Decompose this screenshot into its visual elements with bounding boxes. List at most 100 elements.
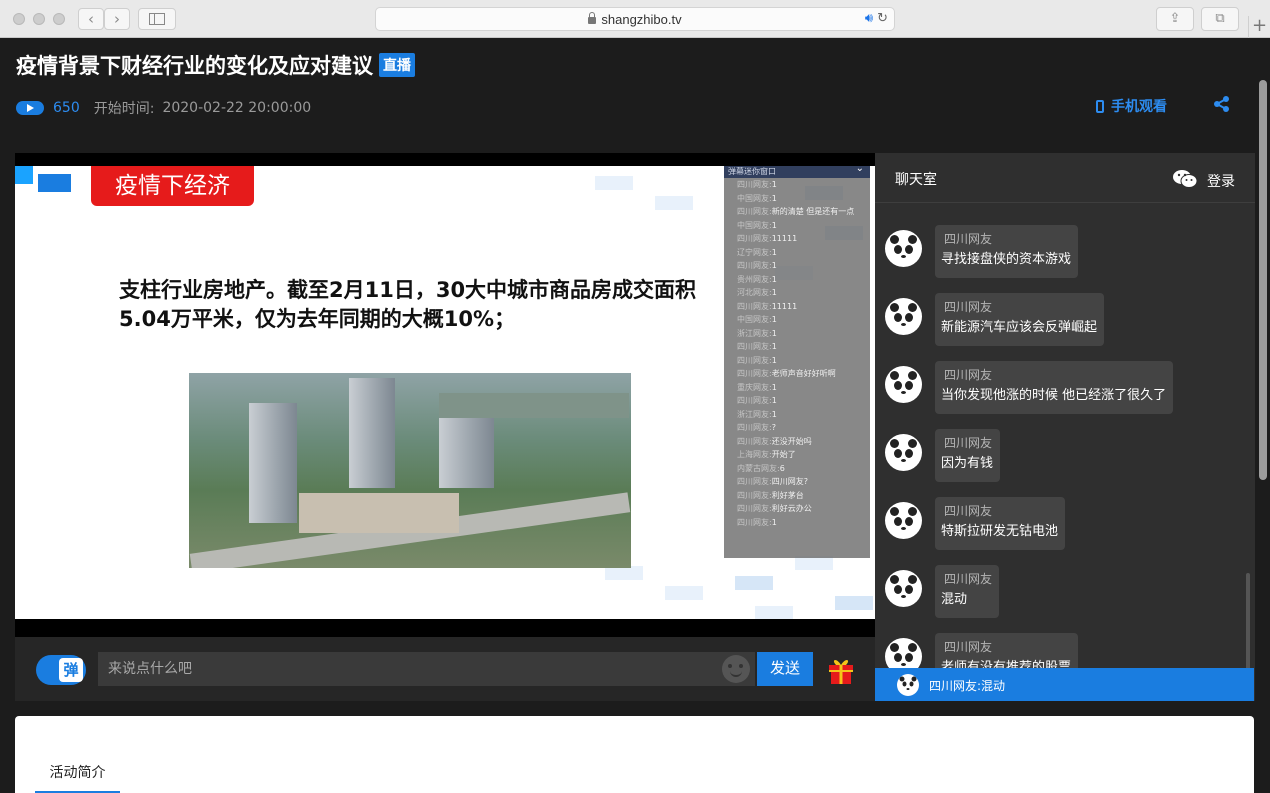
- reload-icon[interactable]: ↻: [877, 11, 888, 26]
- danmu-user: 上海网友:: [737, 450, 772, 459]
- start-time-value: 2020-02-22 20:00:00: [162, 100, 312, 116]
- sidebar-toggle-button[interactable]: [138, 8, 176, 30]
- tab-event-intro[interactable]: 活动简介: [35, 756, 120, 793]
- new-tab-button[interactable]: +: [1248, 16, 1270, 38]
- chat-message: 四川网友 混动: [885, 565, 1245, 621]
- danmu-line: 四川网友:1: [724, 354, 870, 368]
- danmu-text: 11111: [771, 234, 798, 243]
- message-user: 四川网友: [944, 300, 993, 314]
- browser-toolbar: ‹ › shangzhibo.tv 🔊︎ ↻ ⇪ ⧉ +: [0, 0, 1270, 38]
- danmu-window-title: 弹幕迷你窗口: [724, 166, 870, 178]
- danmu-user: 四川网友:: [737, 355, 772, 365]
- slide-text: 支柱行业房地产。截至2月11日，30大中城市商品房成交面积5.04万平米，仅为去…: [119, 278, 697, 331]
- send-button[interactable]: 发送: [757, 652, 813, 686]
- comment-input[interactable]: [98, 652, 755, 686]
- message-text: 混动: [941, 592, 968, 607]
- share-arrow-icon: ⇪: [1169, 11, 1181, 26]
- forward-button[interactable]: ›: [104, 8, 130, 30]
- danmu-line: 四川网友:1: [724, 516, 870, 530]
- message-text: 当你发现他涨的时候 他已经涨了很久了: [941, 388, 1167, 403]
- slide-tag: 疫情下经济: [91, 166, 254, 206]
- panda-avatar-icon: [885, 366, 922, 403]
- danmu-text: 11111: [771, 301, 798, 311]
- danmu-text: ?: [771, 423, 776, 432]
- login-button[interactable]: 登录: [1207, 171, 1235, 191]
- danmu-line: 贵州网友:1: [724, 273, 870, 287]
- back-button[interactable]: ‹: [78, 8, 104, 30]
- danmu-user: 四川网友:: [737, 490, 772, 500]
- message-user: 四川网友: [944, 572, 993, 586]
- danmu-line: 上海网友:开始了: [724, 448, 870, 462]
- danmu-list: 四川网友:1 中国网友:1 四川网友:新的清楚 但是还有一点 中国网友:1 四川网友:1…: [724, 178, 870, 529]
- share-page-button[interactable]: ⇪: [1156, 7, 1194, 31]
- danmu-user: 四川网友:: [737, 342, 772, 351]
- tabs-overview-button[interactable]: ⧉: [1201, 7, 1239, 31]
- danmu-line: 河北网友:1: [724, 286, 870, 300]
- play-icon: [16, 101, 44, 115]
- lock-icon: [588, 12, 597, 24]
- wechat-icon[interactable]: [1173, 169, 1197, 189]
- event-title: 疫情背景下财经行业的变化及应对建议: [16, 54, 373, 78]
- chat-message: 四川网友 当你发现他涨的时候 他已经涨了很久了: [885, 361, 1245, 417]
- close-window-button[interactable]: [13, 13, 25, 25]
- danmu-toggle[interactable]: 弹: [36, 655, 86, 685]
- chat-message: 四川网友 特斯拉研发无钴电池: [885, 497, 1245, 553]
- danmu-user: 四川网友:: [737, 504, 772, 513]
- danmu-user: 浙江网友:: [737, 328, 772, 338]
- gift-icon[interactable]: [826, 655, 856, 685]
- slide-frame: 疫情下经济 支柱行业房地产。截至2月11日，30大中城市商品房成交面积5.04万…: [15, 166, 875, 619]
- danmu-text: 开始了: [771, 450, 796, 459]
- message-bubble: 四川网友新能源汽车应该会反弹崛起: [935, 293, 1105, 346]
- danmu-text: 1: [771, 382, 777, 392]
- event-meta: 650 开始时间: 2020-02-22 20:00:00: [16, 98, 311, 118]
- message-text: 寻找接盘侠的资本游戏: [941, 252, 1072, 267]
- danmu-text: 利好茅台: [771, 490, 804, 500]
- danmu-text: 1: [771, 517, 777, 527]
- danmu-line: 四川网友:老师声音好好听啊: [724, 367, 870, 381]
- chat-room: 聊天室 登录 四川网友 寻找接盘侠的资本游戏 四川网友 新能源汽车应该会反弹崛起 四川网…: [875, 153, 1255, 701]
- share-icon[interactable]: [1213, 96, 1231, 112]
- danmu-line: 四川网友:11111: [724, 300, 870, 314]
- audio-icon[interactable]: 🔊︎: [865, 11, 873, 26]
- danmu-user: 四川网友:: [737, 423, 772, 432]
- danmu-line: 四川网友:1: [724, 178, 870, 192]
- page-scroll-thumb[interactable]: [1259, 80, 1267, 480]
- message-user: 四川网友: [944, 640, 993, 654]
- page-scrollbar[interactable]: [1256, 38, 1270, 793]
- danmu-text: 老师声音好好听啊: [771, 369, 836, 378]
- danmu-text: 1: [771, 288, 777, 297]
- chat-title: 聊天室: [895, 172, 937, 188]
- danmu-user: 中国网友:: [737, 315, 772, 324]
- minimize-window-button[interactable]: [33, 13, 45, 25]
- event-info-card: 活动简介: [15, 716, 1254, 793]
- chat-message: 四川网友 因为有钱: [885, 429, 1245, 485]
- address-bar[interactable]: shangzhibo.tv 🔊︎ ↻: [375, 7, 895, 31]
- danmu-line: 四川网友:利好茅台: [724, 489, 870, 503]
- mobile-watch-link[interactable]: 手机观看: [1096, 96, 1167, 116]
- message-text: 新能源汽车应该会反弹崛起: [941, 320, 1098, 335]
- danmu-line: 四川网友:?: [724, 421, 870, 435]
- danmu-text: 1: [771, 193, 777, 203]
- danmu-text: 1: [771, 274, 777, 284]
- url-text: shangzhibo.tv: [601, 12, 682, 27]
- message-user: 四川网友: [944, 436, 993, 450]
- danmu-mini-window[interactable]: 弹幕迷你窗口 四川网友:1中国网友:1四川网友:新的清楚 但是还有一点中国网友:…: [724, 166, 870, 558]
- phone-icon: [1096, 99, 1104, 113]
- panda-avatar-icon: [885, 298, 922, 335]
- danmu-text: 新的清楚 但是还有一点: [771, 207, 855, 216]
- message-user: 四川网友: [944, 232, 993, 246]
- message-bubble: 四川网友寻找接盘侠的资本游戏: [935, 225, 1079, 278]
- danmu-user: 河北网友:: [737, 288, 772, 297]
- danmu-user: 四川网友:: [737, 436, 772, 446]
- danmu-text: 利好云办公: [771, 504, 812, 513]
- danmu-line: 四川网友:1: [724, 259, 870, 273]
- sidebar-icon: [149, 13, 165, 25]
- chat-message: 四川网友新能源汽车应该会反弹崛起: [885, 293, 1245, 349]
- corner-decoration: [15, 166, 33, 184]
- emoji-icon[interactable]: [722, 655, 750, 683]
- danmu-text: 四川网友?: [771, 477, 808, 486]
- danmu-line: 四川网友:11111: [724, 232, 870, 246]
- danmu-user: 中国网友:: [737, 220, 772, 230]
- video-player[interactable]: 疫情下经济 支柱行业房地产。截至2月11日，30大中城市商品房成交面积5.04万…: [15, 153, 875, 637]
- zoom-window-button[interactable]: [53, 13, 65, 25]
